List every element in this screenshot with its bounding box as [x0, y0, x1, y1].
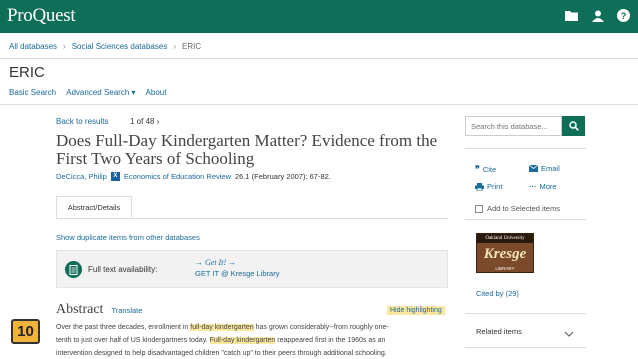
abstract-header: Abstract Translate: [56, 302, 142, 318]
author-link[interactable]: DeCicca, Philip: [56, 172, 107, 181]
journal-link[interactable]: Economics of Education Review: [124, 172, 231, 181]
folder-icon[interactable]: [563, 7, 580, 24]
document-title: Does Full-Day Kindergarten Matter? Evide…: [56, 131, 438, 168]
search-database-input[interactable]: [465, 116, 562, 136]
show-duplicates-link[interactable]: Show duplicate items from other database…: [56, 233, 200, 242]
highlighted-term: full-day kindergarten: [190, 324, 254, 331]
divider: [0, 58, 638, 59]
add-to-selected-checkbox[interactable]: Add to Selected items: [475, 204, 560, 213]
nav-basic-search[interactable]: Basic Search: [9, 88, 56, 97]
divider: [0, 104, 638, 105]
checkbox[interactable]: [475, 204, 483, 213]
nav-advanced-search[interactable]: Advanced Search ▾: [66, 88, 135, 97]
cite-label: Cite: [482, 165, 497, 174]
record-tools: ❞ Cite Email Print ··· More Add to Selec…: [465, 148, 586, 220]
tab-divider: [56, 218, 448, 219]
email-label: Email: [541, 164, 560, 173]
brand-logo[interactable]: ProQuest: [7, 5, 76, 27]
breadcrumb-social-sciences[interactable]: Social Sciences databases: [72, 42, 168, 51]
abstract-line: intervention designed to help disadvanta…: [56, 350, 387, 357]
breadcrumb-separator: ›: [173, 42, 176, 51]
tab-abstract-details[interactable]: Abstract/Details: [56, 196, 132, 219]
print-label: Print: [487, 182, 503, 191]
citation-details: 26.1 (February 2007): 67-82.: [235, 172, 331, 181]
breadcrumb: All databases › Social Sciences database…: [9, 42, 201, 51]
search-icon: [568, 121, 579, 131]
quote-icon: ❞: [475, 164, 480, 174]
getit-link[interactable]: GET IT @ Kresge Library: [195, 268, 279, 279]
breadcrumb-separator: ›: [63, 42, 66, 51]
top-icons: ?: [563, 7, 632, 24]
breadcrumb-current: ERIC: [182, 42, 202, 51]
divider: [465, 313, 586, 314]
email-icon: [529, 165, 538, 172]
cite-button[interactable]: ❞ Cite: [475, 164, 496, 175]
top-bar: ProQuest ?: [0, 0, 638, 33]
add-to-selected-label: Add to Selected items: [487, 204, 560, 213]
abstract-text-segment: has grown considerably--from roughly one…: [253, 324, 389, 331]
chevron-down-icon[interactable]: [564, 325, 574, 343]
document-icon: [65, 261, 82, 278]
abstract-text: Over the past three decades, enrollment …: [56, 321, 450, 359]
help-icon[interactable]: ?: [615, 7, 632, 24]
fulltext-availability-box: Full text availability: → Get It! → GET …: [56, 250, 448, 288]
abstract-text-segment: Over the past three decades, enrollment …: [56, 324, 191, 331]
library-logo-top: Oakland University: [477, 234, 533, 243]
svg-text:?: ?: [621, 11, 627, 21]
hide-highlighting-button[interactable]: Hide highlighting: [387, 306, 445, 315]
translate-link[interactable]: Translate: [111, 306, 142, 315]
user-icon[interactable]: [589, 7, 606, 24]
journal-icon: X: [110, 172, 120, 181]
email-button[interactable]: Email: [529, 164, 560, 173]
abstract-heading: Abstract: [56, 302, 104, 317]
back-to-results-link[interactable]: Back to results: [56, 117, 108, 126]
abstract-text-segment: tenth to just over half of US kindergart…: [56, 337, 210, 344]
library-logo[interactable]: Oakland University Kresge LIBRARY: [476, 233, 534, 273]
database-title: ERIC: [9, 64, 45, 81]
highlighted-term: Full-day kindergarten: [209, 337, 276, 344]
related-items-toggle[interactable]: Related items: [476, 327, 522, 336]
abstract-line: Over the past three decades, enrollment …: [56, 321, 450, 334]
print-button[interactable]: Print: [475, 182, 502, 191]
library-logo-bottom: LIBRARY: [495, 266, 515, 271]
getit-block: → Get It! → GET IT @ Kresge Library: [195, 257, 279, 279]
more-icon: ···: [529, 182, 537, 191]
library-logo-name: Kresge: [483, 246, 527, 262]
print-icon: [475, 182, 484, 191]
cited-by-link[interactable]: Cited by (29): [476, 289, 519, 298]
abstract-line: tenth to just over half of US kindergart…: [56, 334, 450, 347]
slide-number-badge: 10: [11, 319, 40, 344]
nav-about[interactable]: About: [146, 88, 167, 97]
more-button[interactable]: ··· More: [529, 182, 557, 191]
getit-logo[interactable]: → Get It! →: [195, 257, 279, 268]
fulltext-label: Full text availability:: [88, 265, 158, 274]
divider: [465, 347, 586, 348]
citation-line: DeCicca, Philip X Economics of Education…: [56, 172, 331, 181]
more-label: More: [539, 182, 557, 191]
abstract-text-segment: reappeared first in the 1960s as an: [275, 337, 386, 344]
search-button[interactable]: [562, 116, 585, 136]
result-counter[interactable]: 1 of 48 ›: [130, 117, 159, 126]
breadcrumb-all-databases[interactable]: All databases: [9, 42, 57, 51]
database-nav: Basic Search Advanced Search ▾ About: [9, 88, 166, 97]
